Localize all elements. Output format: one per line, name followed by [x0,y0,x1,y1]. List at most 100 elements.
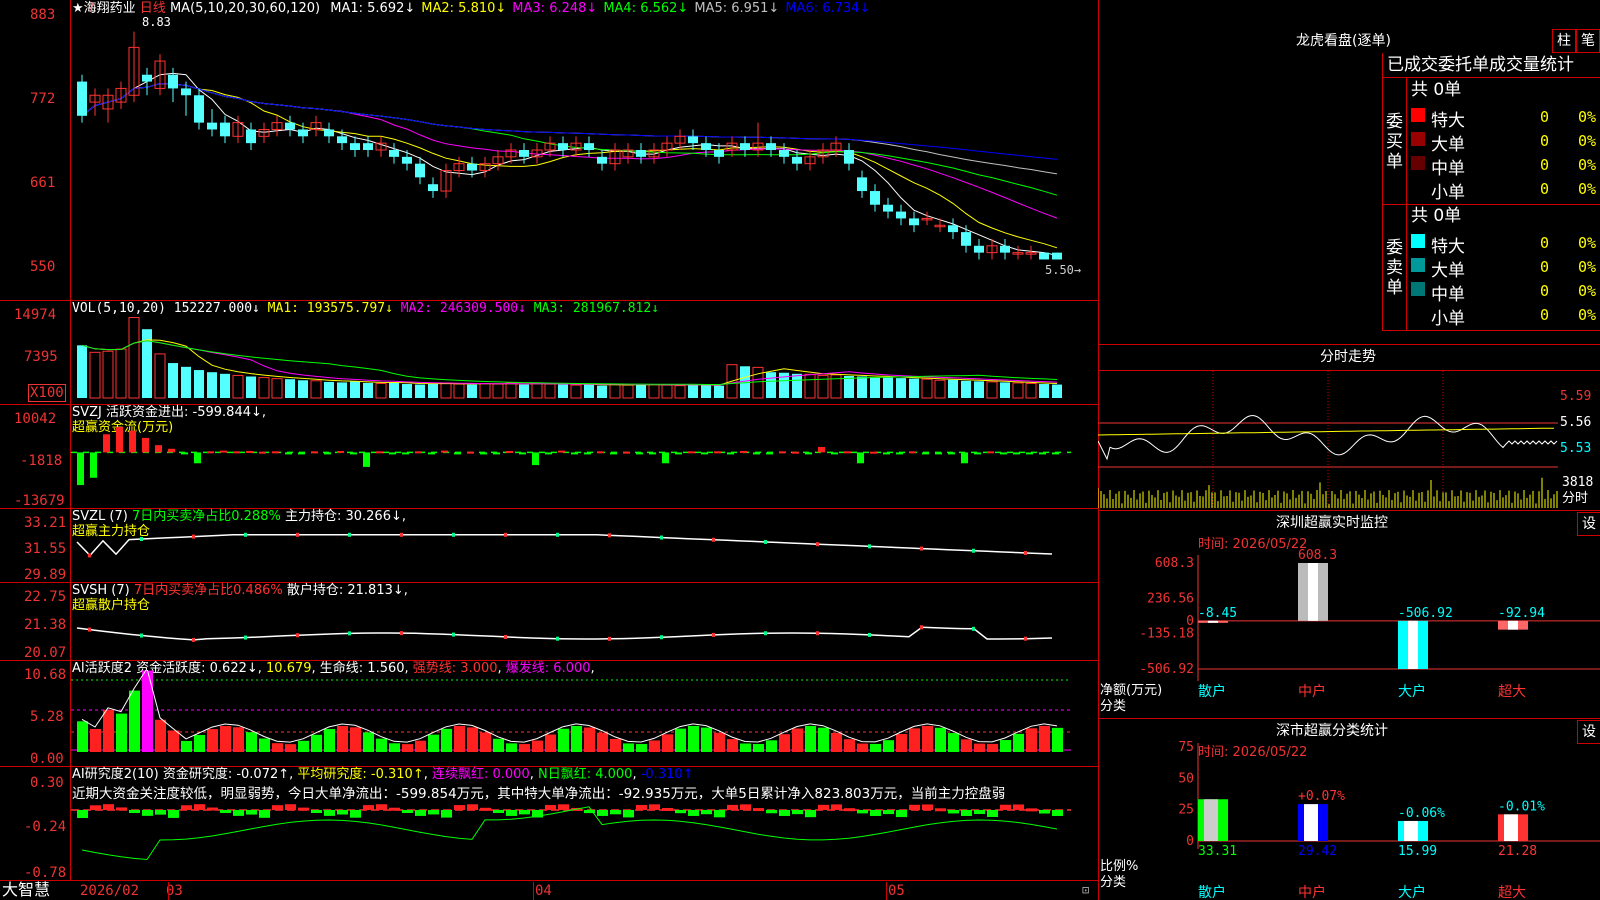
activity-bar [220,726,231,752]
activity-bar [649,740,660,752]
activity-bar [350,727,361,752]
fund-flow-bar [402,452,409,455]
volume-bar [389,382,399,398]
activity-bar [688,725,699,752]
research-bar [233,810,244,816]
fund-flow-bar [168,448,175,453]
research-bar [428,810,439,815]
activity-bar [623,743,634,752]
volume-bar [207,372,217,398]
activity-bar [181,740,192,752]
bar-highlight [1508,620,1518,630]
research-bar [935,808,946,812]
activity-bar [753,743,764,752]
activity-bar [935,727,946,752]
ratio-bar [1498,814,1528,841]
candle-body [415,163,425,178]
fund-flow-bar [454,452,461,455]
activity-bar [987,743,998,752]
volume-bar [934,379,946,399]
activity-bar [259,738,270,752]
candle-body [363,143,373,150]
volume-bar [467,384,477,398]
order-percent: 0% [1578,234,1597,252]
candle-body [1052,252,1062,260]
lock-icon[interactable]: ⊡ [1082,884,1089,896]
tab-volume-stats[interactable]: 成交量统计 [1489,57,1574,74]
bar-value-label: 29.42 [1298,844,1337,859]
candle-body [948,225,958,233]
volume-bar [298,380,308,398]
holding-tick [608,533,611,538]
fund-flow-bar [1052,452,1059,455]
research-bar [1039,810,1050,814]
fund-flow-bar [506,450,513,453]
candle-body [584,143,594,150]
holding-tick [764,539,767,544]
holding-tick [920,546,923,551]
holding-tick [88,553,91,558]
fund-flow-bar [597,451,604,454]
volume-bar [181,366,191,398]
ai-research-axis-label: -0.24 [24,819,67,835]
sz-class-ylabel: 比例% [1100,859,1139,874]
date-tick [533,882,534,900]
research-bar [519,810,530,815]
intraday-axis-label: 5.53 [1560,441,1592,456]
research-bar [506,810,517,816]
order-size-label: 中单 [1431,285,1465,305]
tab-traded[interactable]: 已成交 [1387,57,1438,74]
ai-research-v4: N日飘红: 4.000 [537,767,633,782]
block-divider [1406,204,1407,330]
intraday-axis-label: 5.59 [1560,389,1592,404]
bar-value-label: 608.3 [1298,548,1337,563]
volume-bar [674,385,686,399]
fund-flow-bar [1039,452,1046,455]
order-count: 0 [1540,132,1550,150]
volume-bar [661,384,673,399]
axis-tick-label: 0 [1186,834,1194,849]
ai-active-axis-label: 5.28 [30,709,64,725]
volume-bar [402,384,412,398]
volume-bar [636,384,646,398]
tab-orders[interactable]: 委托单 [1438,57,1489,74]
fund-flow-bar [675,452,682,455]
order-color-swatch [1411,156,1425,170]
dragon-panel-title: 龙虎看盘(逐单) [1296,33,1391,49]
ratio-bar [1398,820,1428,841]
bar-mode-button[interactable]: 柱 [1552,29,1576,53]
order-percent: 0% [1578,156,1597,174]
research-bar [610,810,621,815]
price-axis-label: 550 [30,259,56,275]
fund-flow-bar [1013,452,1020,455]
bar-highlight [1208,620,1218,623]
fund-flow-bar [181,452,188,455]
fund-flow-bar [922,452,929,455]
activity-bar [545,734,556,752]
volume-bar [804,373,816,399]
volume-bar [558,384,568,398]
research-bar [714,810,725,818]
candle-body [636,150,646,157]
activity-bar [285,744,296,752]
tick-mode-button[interactable]: 笔 [1576,29,1600,53]
category-label: 超大 [1498,684,1526,700]
research-chart [71,804,1071,861]
main-holding-chart [76,532,1053,558]
fund-flow-bar [740,450,747,453]
order-count: 0 [1540,258,1550,276]
volume-bar [909,378,919,398]
research-bar [337,810,348,815]
fund-flow-bar [896,452,903,455]
fund-flow-bar [805,452,812,455]
research-bar [441,810,452,818]
volume-bar [1012,382,1024,399]
axis-tick-label: 236.56 [1147,591,1194,606]
bar-value-label: -92.94 [1498,606,1545,621]
holding-tick [920,625,923,630]
svsh-axis-label: 22.75 [24,589,67,605]
activity-bar [337,725,348,752]
order-size-label: 大单 [1431,135,1465,155]
activity-bar [90,728,101,752]
volume-bar [258,377,270,399]
